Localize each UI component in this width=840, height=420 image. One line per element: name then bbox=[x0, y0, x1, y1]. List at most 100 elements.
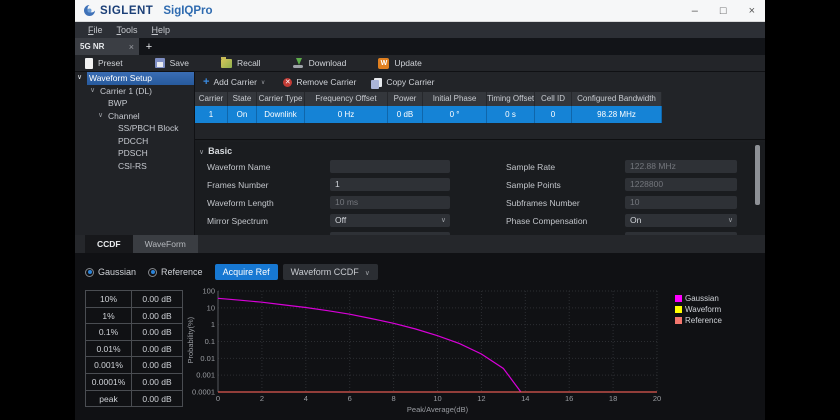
stats-row: 1% 0.00 dB bbox=[86, 307, 183, 325]
tree-item-csi-rs[interactable]: CSI-RS bbox=[75, 160, 194, 173]
main-area: ∨ Waveform Setup ∨ Carrier 1 (DL) BWP ∨ Channe… bbox=[75, 72, 765, 235]
tree-item-label: PDCCH bbox=[118, 135, 149, 146]
stats-percent-cell: peak bbox=[86, 390, 132, 408]
carrier-cell: 0 ° bbox=[423, 106, 487, 123]
stats-row: 0.0001% 0.00 dB bbox=[86, 373, 183, 391]
waveform-ccdf-dropdown[interactable]: Waveform CCDF ∨ bbox=[282, 264, 378, 280]
tree-item-ss-pbch-block[interactable]: SS/PBCH Block bbox=[75, 122, 194, 135]
acquire-ref-button[interactable]: Acquire Ref bbox=[214, 264, 278, 280]
maximize-icon[interactable]: □ bbox=[720, 0, 727, 22]
title-bar: SIGLENT SigIQPro – □ × bbox=[75, 0, 765, 22]
chevron-down-icon[interactable]: ∨ bbox=[98, 111, 103, 119]
sample-points-field[interactable]: 1228800 bbox=[625, 178, 737, 191]
copy-carrier-button[interactable]: Copy Carrier bbox=[371, 77, 435, 89]
x-tick-label: 20 bbox=[653, 394, 661, 403]
tab-5g-nr[interactable]: 5G NR × bbox=[75, 38, 139, 55]
stats-percent-cell: 0.001% bbox=[86, 357, 132, 374]
tab-waveform[interactable]: WaveForm bbox=[132, 235, 198, 253]
carrier-config-box: + Add Carrier ∨ ✕ Remove Carrier Copy Carrier… bbox=[195, 72, 765, 140]
tree-item-label: BWP bbox=[108, 98, 128, 109]
chevron-down-icon[interactable]: ∨ bbox=[77, 73, 82, 81]
update-button[interactable]: W Update bbox=[378, 57, 422, 69]
desktop-background: SIGLENT SigIQPro – □ × File Tools Help 5G … bbox=[0, 0, 840, 420]
waveform-name-label: Waveform Name bbox=[207, 162, 271, 172]
stats-percent-cell: 10% bbox=[86, 291, 132, 308]
stats-value-cell: 0.00 dB bbox=[132, 340, 183, 358]
tree-item-carrier-1-dl-[interactable]: ∨ Carrier 1 (DL) bbox=[75, 85, 194, 98]
frames-number-field[interactable]: 1 bbox=[330, 178, 450, 191]
tree-item-pdcch[interactable]: PDCCH bbox=[75, 135, 194, 148]
legend-item-reference: Reference bbox=[675, 315, 722, 326]
column-header: Carrier Type bbox=[257, 92, 305, 106]
carrier-cell: 1 bbox=[195, 106, 228, 123]
app-window: SIGLENT SigIQPro – □ × File Tools Help 5G … bbox=[75, 0, 765, 420]
update-label: Update bbox=[394, 58, 422, 68]
sample-points-label: Sample Points bbox=[506, 180, 561, 190]
reference-radio[interactable]: Reference bbox=[148, 267, 203, 277]
basic-section-label: Basic bbox=[208, 146, 233, 156]
ccdf-stats-table: 10% 0.00 dB 1% 0.00 dB 0.1% 0.00 dB 0.01% 0.00 … bbox=[85, 290, 183, 408]
sample-rate-field[interactable]: 122.88 MHz bbox=[625, 160, 737, 173]
basic-section-header[interactable]: ∨ Basic bbox=[199, 146, 232, 156]
column-header: Carrier bbox=[195, 92, 228, 106]
brand-text: SIGLENT bbox=[100, 4, 154, 17]
menu-file[interactable]: File bbox=[81, 25, 110, 35]
carrier-row[interactable]: 1 On Downlink 0 Hz 0 dB 0 ° 0 s 0 98.28 MHz bbox=[195, 106, 662, 123]
basic-section: ∨ Basic Waveform Name Frames Number 1 Wavefo… bbox=[195, 142, 765, 235]
tree-item-channel[interactable]: ∨ Channel bbox=[75, 110, 194, 123]
sample-rate-label: Sample Rate bbox=[506, 162, 556, 172]
tree-item-bwp[interactable]: BWP bbox=[75, 97, 194, 110]
add-carrier-button[interactable]: + Add Carrier ∨ bbox=[203, 76, 265, 88]
close-icon[interactable]: × bbox=[749, 0, 755, 22]
radio-label: Reference bbox=[161, 267, 203, 277]
siglent-logo-icon bbox=[84, 5, 95, 16]
chevron-down-icon: ∨ bbox=[440, 217, 446, 224]
ccdf-controls: Gaussian Reference Acquire Ref Waveform C… bbox=[85, 263, 378, 281]
tree-item-label: CSI-RS bbox=[118, 160, 147, 171]
vertical-scrollbar[interactable] bbox=[755, 145, 760, 205]
waveform-name-field[interactable] bbox=[330, 160, 450, 173]
tab-close-icon[interactable]: × bbox=[129, 42, 134, 52]
stats-row: 10% 0.00 dB bbox=[86, 291, 183, 308]
document-icon bbox=[85, 57, 93, 69]
carrier-toolbar: + Add Carrier ∨ ✕ Remove Carrier Copy Carrier bbox=[195, 72, 765, 92]
preset-button[interactable]: Preset bbox=[85, 57, 123, 69]
gaussian-curve bbox=[217, 297, 522, 393]
legend-label: Reference bbox=[685, 316, 722, 325]
subframes-number-field[interactable]: 10 bbox=[625, 196, 737, 209]
tree-item-label: PDSCH bbox=[118, 148, 148, 159]
mirror-spectrum-label: Mirror Spectrum bbox=[207, 216, 268, 226]
tree-item-label: Carrier 1 (DL) bbox=[100, 85, 152, 96]
stats-percent-cell: 0.0001% bbox=[86, 373, 132, 391]
minimize-icon[interactable]: – bbox=[692, 0, 698, 22]
window-controls: – □ × bbox=[692, 0, 755, 22]
tab-ccdf[interactable]: CCDF bbox=[85, 235, 133, 253]
tree-item-waveform-setup[interactable]: ∨ Waveform Setup bbox=[77, 72, 194, 85]
remove-carrier-button[interactable]: ✕ Remove Carrier bbox=[283, 77, 356, 87]
recall-button[interactable]: Recall bbox=[220, 56, 261, 68]
radio-label: Gaussian bbox=[98, 267, 137, 277]
waveform-ccdf-label: Waveform CCDF bbox=[290, 267, 359, 277]
phase-compensation-select[interactable]: On ∨ bbox=[625, 214, 737, 227]
tree-item-pdsch[interactable]: PDSCH bbox=[75, 147, 194, 160]
document-tab-bar: 5G NR × + bbox=[75, 38, 765, 55]
waveform-length-field[interactable]: 10 ms bbox=[330, 196, 450, 209]
menu-tools[interactable]: Tools bbox=[110, 25, 145, 35]
add-tab-button[interactable]: + bbox=[139, 38, 159, 55]
legend-label: Gaussian bbox=[685, 294, 719, 303]
chevron-down-icon[interactable]: ∨ bbox=[90, 86, 95, 94]
gaussian-radio[interactable]: Gaussian bbox=[85, 267, 136, 277]
mirror-spectrum-select[interactable]: Off ∨ bbox=[330, 214, 450, 227]
menu-help[interactable]: Help bbox=[145, 25, 178, 35]
stats-row: 0.01% 0.00 dB bbox=[86, 340, 183, 358]
frames-number-label: Frames Number bbox=[207, 180, 269, 190]
x-tick-label: 8 bbox=[392, 394, 396, 403]
tree-item-label: Channel bbox=[108, 110, 140, 121]
download-label: Download bbox=[308, 58, 347, 68]
x-tick-label: 10 bbox=[433, 394, 441, 403]
carrier-cell: 0 s bbox=[487, 106, 535, 123]
save-button[interactable]: Save bbox=[154, 58, 189, 68]
waveform-setup-tree: ∨ Waveform Setup ∨ Carrier 1 (DL) BWP ∨ Channe… bbox=[75, 72, 195, 235]
download-button[interactable]: Download bbox=[292, 58, 347, 68]
preset-label: Preset bbox=[98, 58, 123, 68]
